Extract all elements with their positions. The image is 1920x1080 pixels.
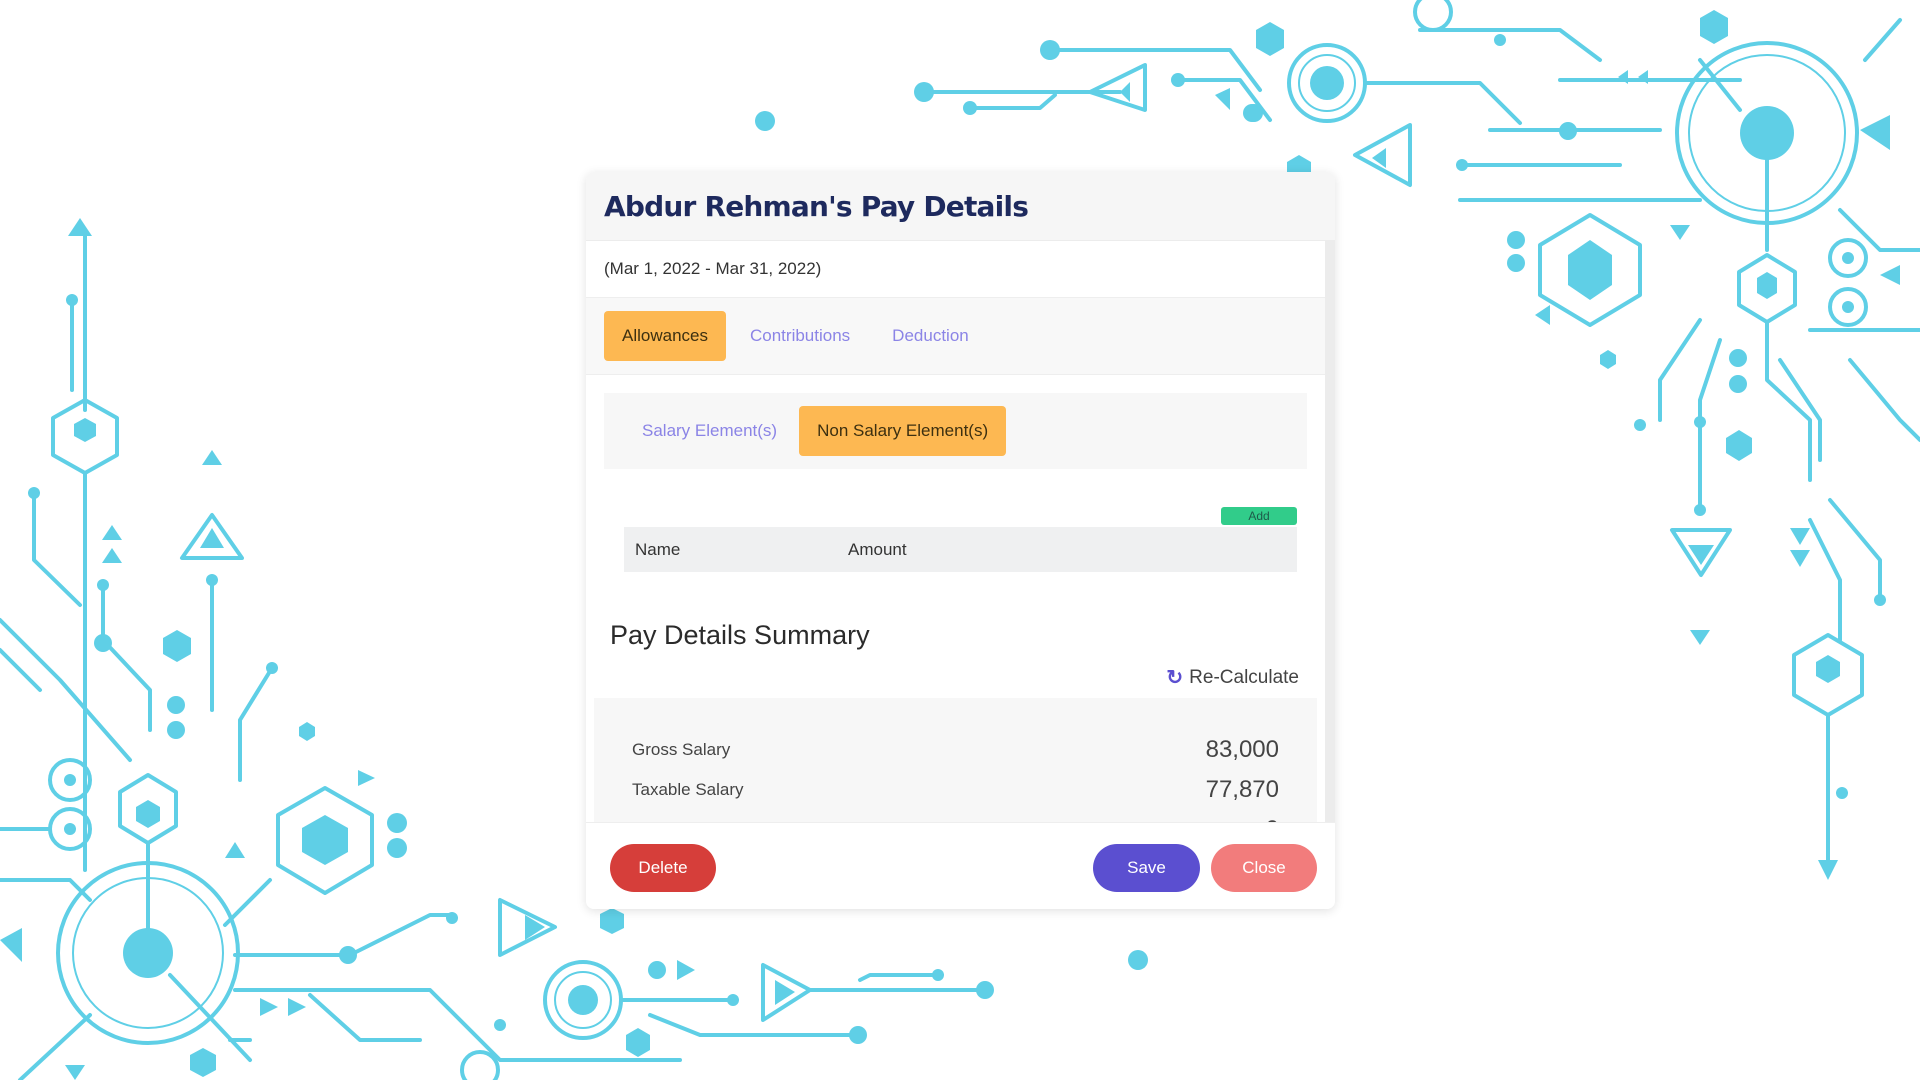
column-header-name: Name — [635, 539, 681, 559]
dialog-footer: Delete Save Close — [586, 822, 1335, 909]
pay-period-range: (Mar 1, 2022 - Mar 31, 2022) — [586, 241, 1325, 298]
save-button[interactable]: Save — [1093, 844, 1200, 892]
delete-button[interactable]: Delete — [610, 844, 716, 892]
summary-row-taxable-salary: Taxable Salary 77,870 — [632, 770, 1279, 810]
recalculate-button[interactable]: ↻ Re-Calculate — [586, 665, 1299, 690]
column-header-amount: Amount — [848, 539, 907, 559]
elements-table-section: Add Name Amount — [586, 469, 1325, 572]
summary-box: Gross Salary 83,000 Taxable Salary 77,87… — [594, 698, 1317, 823]
tab-contributions[interactable]: Contributions — [732, 311, 868, 361]
summary-label: Taxable Salary — [632, 780, 744, 799]
dialog-header: Abdur Rehman's Pay Details — [586, 172, 1335, 241]
elements-table-header: Name Amount — [624, 527, 1297, 572]
summary-row-gross-salary: Gross Salary 83,000 — [632, 730, 1279, 770]
pay-details-dialog: Abdur Rehman's Pay Details (Mar 1, 2022 … — [586, 172, 1335, 909]
tab-allowances[interactable]: Allowances — [604, 311, 726, 361]
element-type-tabs: Salary Element(s) Non Salary Element(s) — [604, 393, 1307, 469]
pay-category-tabs: Allowances Contributions Deduction — [586, 298, 1325, 375]
dialog-scrollbar[interactable] — [1325, 241, 1335, 823]
summary-label: Gross Salary — [632, 740, 731, 759]
dialog-title: Abdur Rehman's Pay Details — [604, 189, 1029, 223]
tab-deduction[interactable]: Deduction — [874, 311, 987, 361]
recalculate-label: Re-Calculate — [1189, 666, 1299, 688]
dialog-scroll-area[interactable]: (Mar 1, 2022 - Mar 31, 2022) Allowances … — [586, 241, 1335, 823]
add-element-button[interactable]: Add — [1221, 507, 1297, 525]
summary-value: 77,870 — [1205, 776, 1279, 803]
tab-non-salary-elements[interactable]: Non Salary Element(s) — [799, 406, 1007, 456]
summary-value: 83,000 — [1205, 736, 1279, 763]
summary-title: Pay Details Summary — [610, 620, 870, 650]
refresh-icon: ↻ — [1166, 667, 1184, 689]
close-button[interactable]: Close — [1211, 844, 1317, 892]
tab-salary-elements[interactable]: Salary Element(s) — [624, 406, 795, 456]
